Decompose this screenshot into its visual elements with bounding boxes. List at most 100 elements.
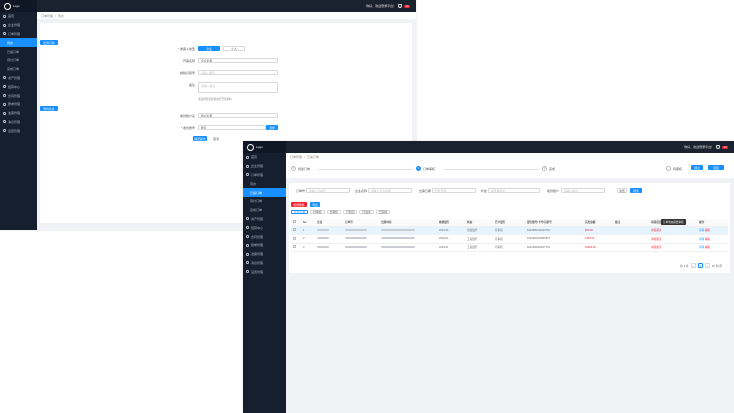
tab-rejected[interactable]: 已驳回 xyxy=(343,210,358,214)
sidebar-item-company[interactable]: 企业管理 xyxy=(243,162,286,171)
status-dot xyxy=(666,166,671,171)
logo: Logo xyxy=(0,0,37,12)
sidebar-item-home[interactable]: 首页 xyxy=(0,12,37,21)
sidebar-item-contract[interactable]: 合同管理 xyxy=(0,91,37,100)
sidebar-item-message[interactable]: 消息管理 xyxy=(0,118,37,127)
sidebar-item-pending[interactable]: 待付订单 xyxy=(0,56,37,65)
sidebar-item-invoice[interactable]: 发票管理 xyxy=(243,250,286,259)
remark-textarea[interactable]: 请输入备注 xyxy=(198,82,278,93)
sidebar-item-bill[interactable]: 账单管理 xyxy=(243,241,286,250)
status-tabs: 全部订单 待审核 已审核 已驳回 已退票 已完成 xyxy=(291,210,391,214)
prev-page-button[interactable]: ‹ xyxy=(690,263,696,268)
bill-icon xyxy=(3,102,6,106)
next-page-button[interactable]: › xyxy=(704,263,710,268)
sidebar-item-company[interactable]: 企业管理 xyxy=(0,21,37,30)
sidebar-item-settings[interactable]: 设置管理 xyxy=(0,126,37,135)
detail-link[interactable]: 详情 xyxy=(699,229,704,232)
approve-button[interactable]: 通过 xyxy=(691,165,703,170)
filter-label: 状态 xyxy=(480,189,487,193)
filter-label: 出票日期 xyxy=(418,189,431,193)
sidebar-item-assets[interactable]: 资产管理 xyxy=(0,74,37,83)
redacted-text xyxy=(345,245,367,248)
step-create: 1 创建订单 xyxy=(291,166,311,171)
reject-button[interactable]: 驳回 xyxy=(708,165,724,170)
edit-link[interactable]: 编辑 xyxy=(705,238,710,241)
wallet-icon xyxy=(3,76,6,80)
bell-icon[interactable] xyxy=(398,4,403,8)
bank-label: 收款账户名 xyxy=(179,114,195,118)
orderno-filter-input[interactable]: 请输入订单号 xyxy=(306,188,350,193)
step-line xyxy=(318,168,413,169)
tab-completed[interactable]: 已完成 xyxy=(375,210,391,214)
redacted-text xyxy=(345,228,367,231)
tab-pending[interactable]: 待审核 xyxy=(310,210,325,214)
order-icon xyxy=(3,32,6,36)
detail-link[interactable]: 详情 xyxy=(699,246,704,249)
sidebar-item-orders[interactable]: 订单管理 xyxy=(0,30,37,39)
sidebar-item-home[interactable]: 首页 xyxy=(243,153,286,162)
tab-refunded[interactable]: 已退票 xyxy=(359,210,374,214)
company-filter-input[interactable]: 请输入企业名称 xyxy=(368,188,412,193)
sidebar-item-contract[interactable]: 合同管理 xyxy=(243,232,286,241)
page-size-select[interactable]: 10 条/页 xyxy=(712,264,722,268)
batch-review-button[interactable]: 批量审核 xyxy=(291,202,307,207)
invoice-icon xyxy=(246,252,249,256)
tab-reviewed[interactable]: 已审核 xyxy=(326,210,342,214)
building-icon xyxy=(246,164,249,168)
sidebar-item-done[interactable]: 完成订单 xyxy=(0,65,37,74)
table-row[interactable]: 3 2023-01 工商银行 待审核 6212260200017761 3500… xyxy=(291,243,728,252)
account-filter-input[interactable]: 请输入账户 xyxy=(561,188,605,193)
notification-badge: 10 xyxy=(404,4,410,8)
page-number[interactable]: 1 xyxy=(697,263,703,268)
account-input[interactable]: 账号 xyxy=(198,125,266,130)
sidebar-item-assets[interactable]: 资产管理 xyxy=(243,215,286,224)
sidebar-item-invoice[interactable]: 发票管理 xyxy=(0,109,37,118)
pagination: 共 3 条 ‹ 1 › 10 条/页 xyxy=(680,263,722,268)
user-area[interactable]: 你好，欢迎登录平台！ 10 xyxy=(366,0,416,12)
bank-input[interactable]: 账户名称 xyxy=(198,113,278,118)
sidebar-item-todo[interactable]: 待办 xyxy=(243,179,286,188)
bell-icon[interactable] xyxy=(716,145,721,149)
message-icon xyxy=(3,120,6,124)
table-row[interactable]: 1 2023-01 招商银行 待审核 6212580011022781 800.… xyxy=(291,226,728,235)
search-button[interactable]: 搜索 xyxy=(630,188,642,193)
sidebar-item-done[interactable]: 完成订单 xyxy=(243,206,286,215)
sidebar-item-submitted[interactable]: 已提订单 xyxy=(0,47,37,56)
row-checkbox[interactable] xyxy=(293,245,296,249)
money-icon xyxy=(3,85,6,89)
cancel-button[interactable]: 取消 xyxy=(210,136,222,141)
sidebar-item-settlement[interactable]: 结算中心 xyxy=(0,82,37,91)
account-select-button[interactable]: 选择 xyxy=(266,125,278,130)
export-button[interactable]: 导出 xyxy=(310,202,320,207)
sidebar-item-submitted[interactable]: 已提订单 xyxy=(243,188,286,197)
taxno-label: 纳税识别号 xyxy=(179,71,195,75)
table-row[interactable]: 2 2023-01 工商银行 待审核 6212260200045507 1450… xyxy=(291,234,728,244)
bill-icon xyxy=(246,243,249,247)
status-filter-select[interactable]: 请选择状态 xyxy=(488,188,540,193)
sidebar-item-message[interactable]: 消息管理 xyxy=(243,259,286,268)
building-icon xyxy=(3,23,6,27)
date-filter-input[interactable]: 开始日期 xyxy=(432,188,476,193)
detail-link[interactable]: 详情 xyxy=(699,238,704,241)
sidebar-item-settings[interactable]: 设置管理 xyxy=(243,267,286,276)
sidebar-item-todo[interactable]: 待办 xyxy=(0,38,37,48)
edit-link[interactable]: 编辑 xyxy=(705,229,710,232)
select-all-checkbox[interactable] xyxy=(293,220,296,224)
row-checkbox[interactable] xyxy=(293,236,296,240)
pay-type-personal-radio[interactable]: 个人 xyxy=(223,46,245,51)
user-area[interactable]: 你好，欢迎登录平台！ 10 xyxy=(684,141,734,153)
row-checkbox[interactable] xyxy=(293,228,296,232)
company-input[interactable]: 企业名称 xyxy=(198,58,278,63)
submit-button[interactable]: 确定提交 xyxy=(193,136,207,141)
wallet-icon xyxy=(246,217,249,221)
sidebar-item-pending[interactable]: 待付订单 xyxy=(243,197,286,206)
sidebar-item-bill[interactable]: 账单管理 xyxy=(0,100,37,109)
reset-button[interactable]: 重置 xyxy=(617,188,627,193)
home-icon xyxy=(246,155,249,159)
tab-all[interactable]: 全部订单 xyxy=(291,210,309,214)
edit-link[interactable]: 编辑 xyxy=(705,246,710,249)
pay-type-company-radio[interactable]: 企业 xyxy=(198,46,220,51)
taxno-input[interactable]: 请输入税号 xyxy=(198,70,278,75)
sidebar-item-settlement[interactable]: 结算中心 xyxy=(243,223,286,232)
sidebar-item-orders[interactable]: 订单管理 xyxy=(243,171,286,180)
